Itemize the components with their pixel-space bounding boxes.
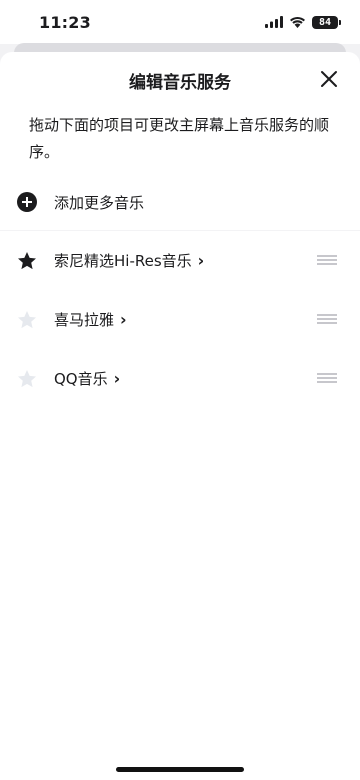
add-more-music-button[interactable]: 添加更多音乐 <box>0 186 360 218</box>
add-circle-icon <box>17 192 37 212</box>
star-filled-icon[interactable] <box>16 250 38 272</box>
chevron-right-icon: › <box>120 310 127 329</box>
drag-handle-icon[interactable] <box>317 253 337 267</box>
status-bar: 11:23 84 <box>0 0 360 44</box>
drag-handle-icon[interactable] <box>317 312 337 326</box>
sheet-title: 编辑音乐服务 <box>129 73 231 93</box>
service-label: QQ音乐 <box>54 370 108 388</box>
status-time: 11:23 <box>39 13 91 32</box>
description-text: 拖动下面的项目可更改主屏幕上音乐服务的顺序。 <box>29 116 330 161</box>
chevron-right-icon: › <box>197 251 205 270</box>
add-more-music-label: 添加更多音乐 <box>54 194 145 212</box>
service-label: 索尼精选Hi-Res音乐 <box>54 252 192 270</box>
edit-music-services-sheet: 编辑音乐服务 拖动下面的项目可更改主屏幕上音乐服务的顺序。 添加更多音乐 索尼精… <box>0 52 360 780</box>
cellular-signal-icon <box>265 16 283 28</box>
wifi-icon <box>290 16 305 28</box>
chevron-right-icon: › <box>113 369 121 388</box>
service-row-sony[interactable]: 索尼精选Hi-Res音乐 › <box>0 240 360 280</box>
drag-handle-icon[interactable] <box>317 371 337 385</box>
service-label: 喜马拉雅 <box>54 311 115 329</box>
service-row-qq-music[interactable]: QQ音乐 › <box>0 358 360 398</box>
battery-icon: 84 <box>312 15 341 29</box>
star-outline-icon[interactable] <box>16 309 38 331</box>
close-icon[interactable] <box>320 70 338 88</box>
star-outline-icon[interactable] <box>16 368 38 390</box>
divider <box>0 230 360 231</box>
home-indicator <box>116 767 244 772</box>
status-icons: 84 <box>265 15 341 29</box>
service-row-ximalaya[interactable]: 喜马拉雅 › <box>0 299 360 339</box>
